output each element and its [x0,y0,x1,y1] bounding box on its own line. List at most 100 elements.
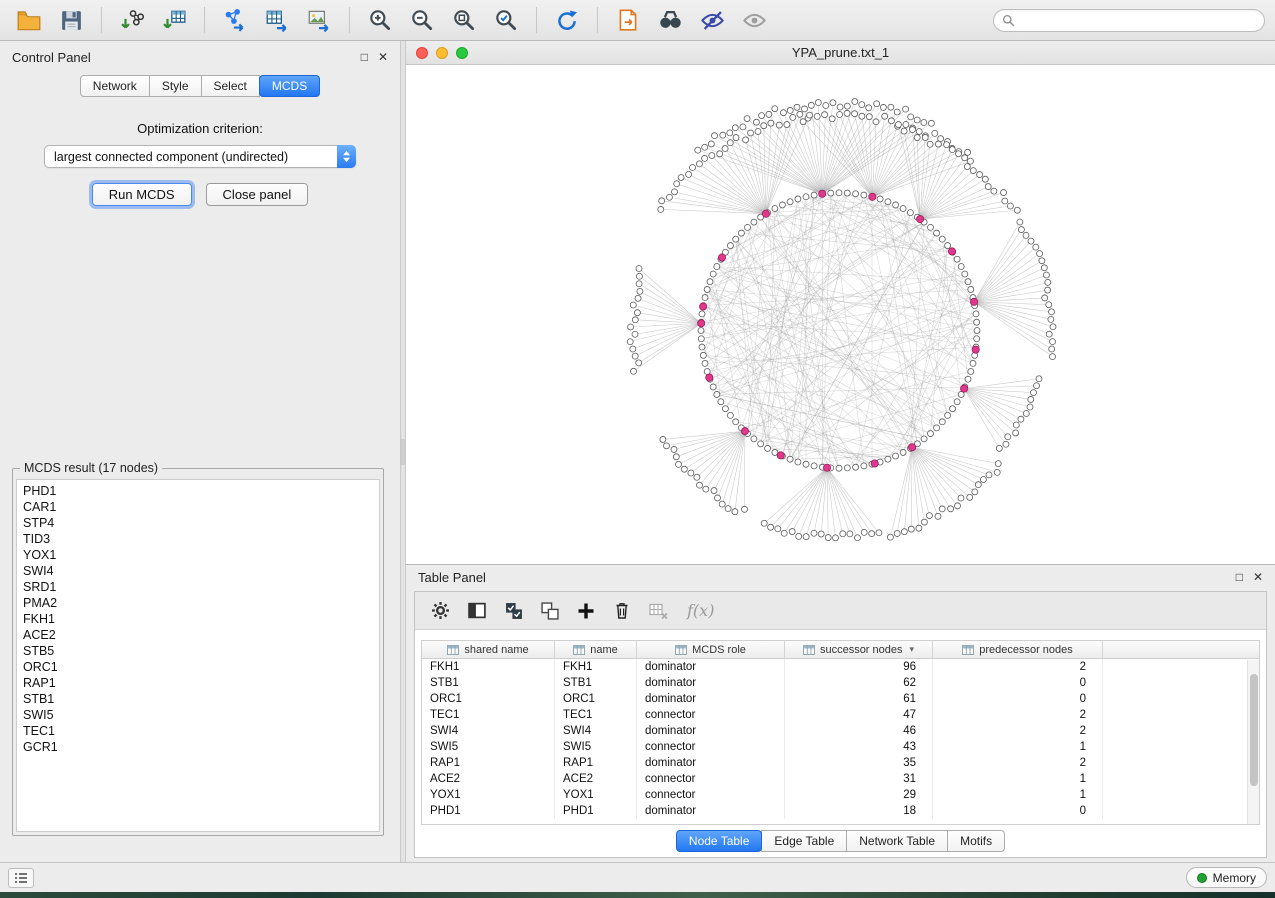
clear-selection-button[interactable] [541,602,559,620]
table-row[interactable]: STB1STB1dominator620 [422,675,1259,691]
window-minimize-button[interactable] [436,47,448,59]
import-network-button[interactable] [113,4,151,36]
window-close-button[interactable] [416,47,428,59]
zoom-selected-button[interactable] [487,4,525,36]
mcds-result-item[interactable]: ORC1 [23,659,379,675]
table-cell: 29 [785,787,933,803]
mcds-result-item[interactable]: CAR1 [23,499,379,515]
export-table-icon [264,7,290,33]
table-cell: 35 [785,755,933,771]
table-scrollbar[interactable] [1247,660,1259,824]
run-mcds-button[interactable]: Run MCDS [92,183,192,206]
table-cell: dominator [637,723,785,739]
search-network-button[interactable] [651,4,689,36]
mcds-result-item[interactable]: SRD1 [23,579,379,595]
close-panel-button[interactable]: Close panel [206,183,309,206]
table-row[interactable]: ACE2ACE2connector311 [422,771,1259,787]
table-row[interactable]: SWI4SWI4dominator462 [422,723,1259,739]
mcds-result-item[interactable]: ACE2 [23,627,379,643]
desktop-wallpaper [0,892,1275,898]
select-all-rows-button[interactable] [505,602,523,620]
table-panel-close-icon[interactable]: ✕ [1253,571,1263,583]
apply-layout-button[interactable] [548,4,586,36]
mcds-result-item[interactable]: YOX1 [23,547,379,563]
table-row[interactable]: PHD1PHD1dominator180 [422,803,1259,819]
optimization-criterion-select[interactable]: largest connected component (undirected) [44,145,356,168]
table-cell: 0 [933,803,1103,819]
table-cell: PHD1 [422,803,555,819]
control-panel-float-icon[interactable]: □ [361,51,368,63]
mcds-result-item[interactable]: PHD1 [23,483,379,499]
show-hide-graphics-button[interactable] [693,4,731,36]
mcds-result-item[interactable]: SWI5 [23,707,379,723]
table-cell: 31 [785,771,933,787]
open-folder-icon [16,7,42,33]
zoom-out-button[interactable] [403,4,441,36]
tab-network[interactable]: Network [80,75,150,97]
search-input[interactable] [1020,12,1256,28]
table-cell: dominator [637,675,785,691]
gear-icon [431,601,450,620]
zoom-fit-button[interactable] [445,4,483,36]
scrollbar-thumb[interactable] [1250,674,1258,786]
import-table-icon [161,7,187,33]
tab-select[interactable]: Select [201,75,260,97]
tab-node-table[interactable]: Node Table [676,830,763,852]
mcds-result-item[interactable]: PMA2 [23,595,379,611]
delete-table-button[interactable] [649,602,669,620]
column-selector-button[interactable] [468,602,487,619]
mcds-result-item[interactable]: SWI4 [23,563,379,579]
mcds-result-item[interactable]: STP4 [23,515,379,531]
search-box[interactable] [993,9,1265,32]
panel-menu-button[interactable] [8,868,34,888]
mcds-result-item[interactable]: TID3 [23,531,379,547]
function-builder-button[interactable]: f(x) [687,601,714,620]
column-header-mcds-role[interactable]: MCDS role [637,641,785,658]
zoom-in-button[interactable] [361,4,399,36]
table-cell: TEC1 [555,707,637,723]
window-maximize-button[interactable] [456,47,468,59]
save-session-button[interactable] [52,4,90,36]
export-document-button[interactable] [609,4,647,36]
tab-style[interactable]: Style [149,75,202,97]
table-row[interactable]: RAP1RAP1dominator352 [422,755,1259,771]
table-row[interactable]: SWI5SWI5connector431 [422,739,1259,755]
table-row[interactable]: TEC1TEC1connector472 [422,707,1259,723]
table-row[interactable]: FKH1FKH1dominator962 [422,659,1259,675]
mcds-result-item[interactable]: STB5 [23,643,379,659]
memory-button[interactable]: Memory [1186,867,1267,888]
preview-button[interactable] [735,4,773,36]
mcds-result-item[interactable]: TEC1 [23,723,379,739]
table-toolbar: f(x) [415,592,1266,630]
tab-network-table[interactable]: Network Table [846,830,948,852]
network-canvas[interactable] [406,65,1275,564]
export-image-button[interactable] [300,4,338,36]
table-row[interactable]: ORC1ORC1dominator610 [422,691,1259,707]
export-network-button[interactable] [216,4,254,36]
table-cell: ORC1 [422,691,555,707]
column-header-successor-nodes[interactable]: successor nodes ▾ [785,641,933,658]
mcds-result-item[interactable]: GCR1 [23,739,379,755]
mcds-result-item[interactable]: RAP1 [23,675,379,691]
table-row[interactable]: YOX1YOX1connector291 [422,787,1259,803]
column-header-shared-name[interactable]: shared name [422,641,555,658]
mcds-result-item[interactable]: FKH1 [23,611,379,627]
mcds-result-item[interactable]: STB1 [23,691,379,707]
table-settings-button[interactable] [431,601,450,620]
tab-motifs[interactable]: Motifs [947,830,1005,852]
table-panel-float-icon[interactable]: □ [1236,571,1243,583]
tab-edge-table[interactable]: Edge Table [761,830,847,852]
column-header-name[interactable]: name [555,641,637,658]
zoom-in-icon [367,7,393,33]
import-table-button[interactable] [155,4,193,36]
control-panel-close-icon[interactable]: ✕ [378,51,388,63]
eye-icon [741,7,768,34]
open-file-button[interactable] [10,4,48,36]
table-cell: ACE2 [422,771,555,787]
column-header-predecessor-nodes[interactable]: predecessor nodes [933,641,1103,658]
delete-row-button[interactable] [613,601,631,620]
tab-mcds[interactable]: MCDS [259,75,320,97]
table-cell: 18 [785,803,933,819]
export-table-button[interactable] [258,4,296,36]
add-row-button[interactable] [577,602,595,620]
